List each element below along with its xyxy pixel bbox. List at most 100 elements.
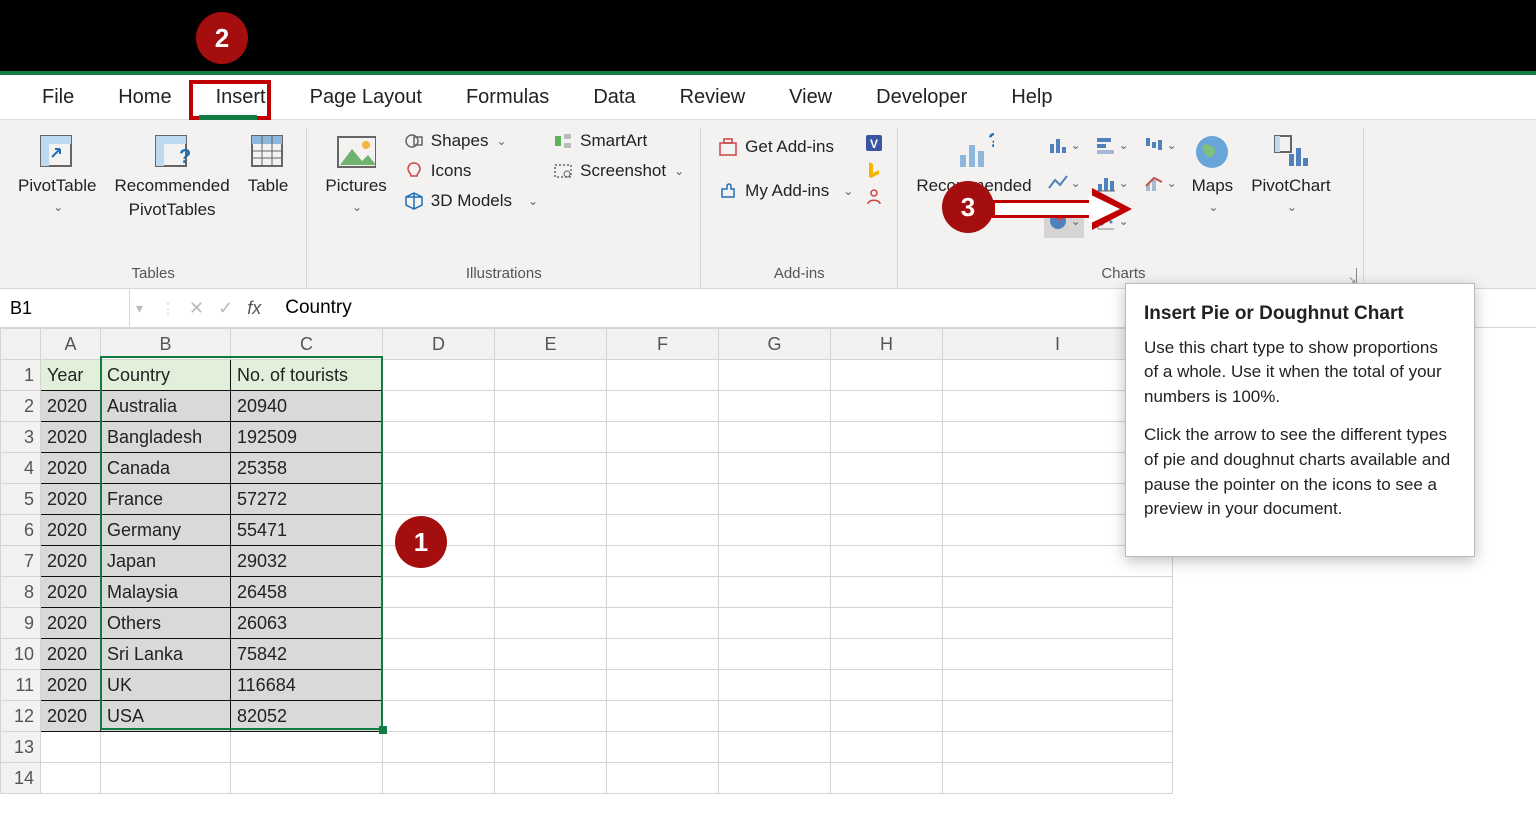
cell-B1[interactable]: Country <box>101 360 231 391</box>
cell-H12[interactable] <box>831 701 943 732</box>
maps-button[interactable]: Maps ⌄ <box>1186 128 1240 219</box>
cell-H14[interactable] <box>831 763 943 794</box>
col-header-A[interactable]: A <box>41 329 101 360</box>
cell-E10[interactable] <box>495 639 607 670</box>
table-button[interactable]: Table <box>242 128 295 200</box>
cell-B8[interactable]: Malaysia <box>101 577 231 608</box>
col-header-H[interactable]: H <box>831 329 943 360</box>
bar-chart-icon[interactable]: ⌄ <box>1092 128 1132 162</box>
cell-G11[interactable] <box>719 670 831 701</box>
cell-E9[interactable] <box>495 608 607 639</box>
cell-C5[interactable]: 57272 <box>231 484 383 515</box>
col-header-B[interactable]: B <box>101 329 231 360</box>
cell-B7[interactable]: Japan <box>101 546 231 577</box>
tab-page-layout[interactable]: Page Layout <box>288 78 444 119</box>
tab-view[interactable]: View <box>767 78 854 119</box>
cell-E5[interactable] <box>495 484 607 515</box>
column-chart-icon[interactable]: ⌄ <box>1044 128 1084 162</box>
cell-C10[interactable]: 75842 <box>231 639 383 670</box>
tab-file[interactable]: File <box>20 78 96 119</box>
cell-G9[interactable] <box>719 608 831 639</box>
screenshot-button[interactable]: Screenshot⌄ <box>548 158 688 184</box>
more-icon[interactable]: ⋮ <box>161 300 175 317</box>
cell-C3[interactable]: 192509 <box>231 422 383 453</box>
row-header-11[interactable]: 11 <box>1 670 41 701</box>
cell-G2[interactable] <box>719 391 831 422</box>
cell-B3[interactable]: Bangladesh <box>101 422 231 453</box>
row-header-3[interactable]: 3 <box>1 422 41 453</box>
cell-G13[interactable] <box>719 732 831 763</box>
row-header-13[interactable]: 13 <box>1 732 41 763</box>
cell-A14[interactable] <box>41 763 101 794</box>
cell-B12[interactable]: USA <box>101 701 231 732</box>
cell-C12[interactable]: 82052 <box>231 701 383 732</box>
cell-A2[interactable]: 2020 <box>41 391 101 422</box>
cell-A4[interactable]: 2020 <box>41 453 101 484</box>
cell-A9[interactable]: 2020 <box>41 608 101 639</box>
cell-E13[interactable] <box>495 732 607 763</box>
cell-G12[interactable] <box>719 701 831 732</box>
select-all[interactable] <box>1 329 41 360</box>
cell-C6[interactable]: 55471 <box>231 515 383 546</box>
cell-G1[interactable] <box>719 360 831 391</box>
cell-F7[interactable] <box>607 546 719 577</box>
tab-insert[interactable]: Insert <box>194 78 288 119</box>
cancel-icon[interactable]: ✕ <box>189 298 204 319</box>
combo-chart-icon[interactable]: ⌄ <box>1140 166 1180 200</box>
pivottable-button[interactable]: PivotTable ⌄ <box>12 128 102 219</box>
bing-icon[interactable] <box>863 159 885 184</box>
cell-E6[interactable] <box>495 515 607 546</box>
col-header-D[interactable]: D <box>383 329 495 360</box>
cell-F13[interactable] <box>607 732 719 763</box>
shapes-button[interactable]: Shapes⌄ <box>399 128 542 154</box>
cell-B13[interactable] <box>101 732 231 763</box>
cell-E2[interactable] <box>495 391 607 422</box>
cell-G14[interactable] <box>719 763 831 794</box>
cell-C1[interactable]: No. of tourists <box>231 360 383 391</box>
cell-F8[interactable] <box>607 577 719 608</box>
cell-G5[interactable] <box>719 484 831 515</box>
visio-icon[interactable]: V <box>863 132 885 157</box>
cell-A12[interactable]: 2020 <box>41 701 101 732</box>
cell-H9[interactable] <box>831 608 943 639</box>
cell-C11[interactable]: 116684 <box>231 670 383 701</box>
waterfall-chart-icon[interactable]: ⌄ <box>1140 128 1180 162</box>
cell-H10[interactable] <box>831 639 943 670</box>
row-header-12[interactable]: 12 <box>1 701 41 732</box>
cell-D8[interactable] <box>383 577 495 608</box>
pictures-button[interactable]: Pictures ⌄ <box>319 128 392 219</box>
cell-B6[interactable]: Germany <box>101 515 231 546</box>
row-header-8[interactable]: 8 <box>1 577 41 608</box>
cell-E8[interactable] <box>495 577 607 608</box>
cell-C9[interactable]: 26063 <box>231 608 383 639</box>
get-addins-button[interactable]: Get Add-ins <box>713 134 857 160</box>
cell-B4[interactable]: Canada <box>101 453 231 484</box>
row-header-6[interactable]: 6 <box>1 515 41 546</box>
cell-D9[interactable] <box>383 608 495 639</box>
cell-H4[interactable] <box>831 453 943 484</box>
cell-F5[interactable] <box>607 484 719 515</box>
cell-F4[interactable] <box>607 453 719 484</box>
row-header-4[interactable]: 4 <box>1 453 41 484</box>
recommended-pivottables-button[interactable]: ? Recommended PivotTables <box>108 128 235 225</box>
cell-A6[interactable]: 2020 <box>41 515 101 546</box>
cell-A1[interactable]: Year <box>41 360 101 391</box>
cell-E11[interactable] <box>495 670 607 701</box>
cell-D12[interactable] <box>383 701 495 732</box>
cell-B14[interactable] <box>101 763 231 794</box>
cell-I12[interactable] <box>943 701 1173 732</box>
row-header-5[interactable]: 5 <box>1 484 41 515</box>
col-header-F[interactable]: F <box>607 329 719 360</box>
cell-B5[interactable]: France <box>101 484 231 515</box>
cell-E7[interactable] <box>495 546 607 577</box>
cell-A5[interactable]: 2020 <box>41 484 101 515</box>
selection-handle[interactable] <box>379 726 387 734</box>
cell-I14[interactable] <box>943 763 1173 794</box>
cell-D2[interactable] <box>383 391 495 422</box>
cell-G8[interactable] <box>719 577 831 608</box>
cell-F10[interactable] <box>607 639 719 670</box>
cell-F2[interactable] <box>607 391 719 422</box>
cell-F11[interactable] <box>607 670 719 701</box>
cell-D3[interactable] <box>383 422 495 453</box>
cell-B11[interactable]: UK <box>101 670 231 701</box>
